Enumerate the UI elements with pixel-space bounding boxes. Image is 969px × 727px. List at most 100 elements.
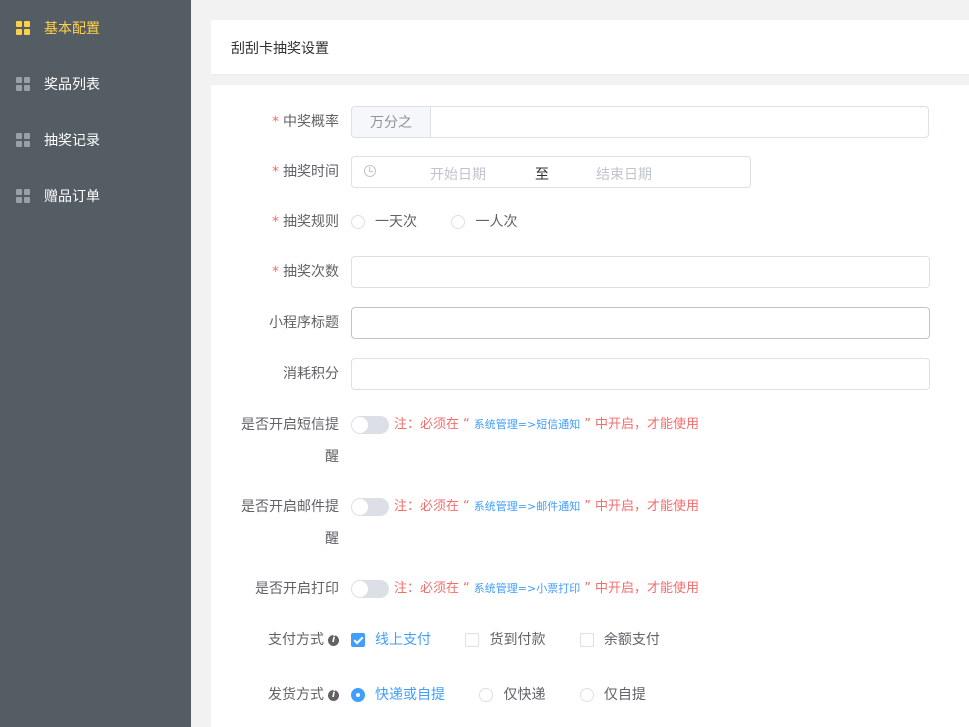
radio-label: 仅快递 bbox=[503, 687, 546, 703]
required-mark: * bbox=[272, 164, 279, 180]
payment-balance-checkbox[interactable]: 余额支付 bbox=[579, 624, 660, 656]
rule-label: * 抽奖规则 bbox=[272, 206, 339, 238]
sms-note: 注：必须在 “ 系统管理=>短信通知 ” 中开启，才能使用 bbox=[394, 409, 699, 441]
radio-circle bbox=[579, 688, 594, 702]
email-control: 注：必须在 “ 系统管理=>邮件通知 ” 中开启，才能使用 bbox=[351, 491, 699, 523]
required-mark: * bbox=[272, 214, 279, 230]
required-mark: * bbox=[272, 114, 279, 130]
sidebar-item-gift-orders[interactable]: 赠品订单 bbox=[0, 168, 191, 224]
sms-toggle[interactable] bbox=[351, 416, 389, 434]
sidebar: 基本配置 奖品列表 抽奖记录 赠品订单 bbox=[0, 0, 191, 727]
start-date-input[interactable]: 开始日期 bbox=[430, 164, 486, 184]
payment-checkbox-group: 线上支付 货到付款 余额支付 bbox=[351, 624, 690, 656]
shipping-label-text: 发货方式 bbox=[268, 687, 324, 703]
sms-label: 是否开启短信提 醒 bbox=[241, 409, 339, 473]
note-open-quote: “ bbox=[463, 581, 470, 596]
payment-cod-checkbox[interactable]: 货到付款 bbox=[465, 624, 545, 656]
points-input[interactable] bbox=[351, 358, 930, 390]
note-prefix: 注：必须在 bbox=[394, 499, 460, 514]
rule-radio-per-person[interactable]: 一人次 bbox=[451, 206, 517, 238]
radio-circle bbox=[351, 688, 365, 702]
required-mark: * bbox=[272, 264, 279, 280]
clock-icon bbox=[364, 165, 376, 177]
payment-label-text: 支付方式 bbox=[268, 632, 324, 648]
checkbox-label: 线上支付 bbox=[375, 632, 431, 648]
print-toggle[interactable] bbox=[351, 580, 389, 598]
points-label: 消耗积分 bbox=[283, 366, 339, 382]
date-range-picker[interactable]: 开始日期 至 结束日期 bbox=[351, 156, 751, 188]
shipping-label: 发货方式 i bbox=[268, 679, 339, 711]
rate-prepend: 万分之 bbox=[352, 107, 431, 137]
count-input[interactable] bbox=[351, 256, 930, 288]
email-label: 是否开启邮件提 醒 bbox=[241, 491, 339, 555]
mini-title-label: 小程序标题 bbox=[269, 315, 339, 331]
print-settings-link[interactable]: 系统管理=>小票打印 bbox=[474, 582, 580, 595]
count-label: * 抽奖次数 bbox=[272, 256, 339, 288]
print-note: 注：必须在 “ 系统管理=>小票打印 ” 中开启，才能使用 bbox=[394, 573, 699, 605]
print-control: 注：必须在 “ 系统管理=>小票打印 ” 中开启，才能使用 bbox=[351, 573, 699, 605]
note-suffix: 中开启，才能使用 bbox=[594, 581, 699, 596]
email-settings-link[interactable]: 系统管理=>邮件通知 bbox=[474, 500, 580, 513]
note-open-quote: “ bbox=[463, 417, 470, 432]
checkbox-label: 余额支付 bbox=[603, 632, 660, 648]
grid-icon bbox=[16, 21, 30, 35]
time-label: * 抽奖时间 bbox=[272, 156, 339, 188]
shipping-express-or-pickup-radio[interactable]: 快递或自提 bbox=[351, 679, 445, 711]
note-close-quote: ” bbox=[584, 581, 591, 596]
grid-icon bbox=[16, 189, 30, 203]
time-label-text: 抽奖时间 bbox=[283, 164, 339, 180]
checkbox-box bbox=[579, 633, 594, 647]
email-toggle[interactable] bbox=[351, 498, 389, 516]
info-icon[interactable]: i bbox=[328, 634, 339, 646]
sidebar-item-label: 抽奖记录 bbox=[44, 133, 100, 149]
rule-radio-group: 一天次 一人次 bbox=[351, 206, 547, 238]
count-label-text: 抽奖次数 bbox=[283, 264, 339, 280]
rate-input-group: 万分之 bbox=[351, 106, 929, 138]
sidebar-item-basic-config[interactable]: 基本配置 bbox=[0, 0, 191, 56]
sidebar-item-label: 基本配置 bbox=[44, 21, 100, 37]
payment-online-checkbox[interactable]: 线上支付 bbox=[351, 624, 431, 656]
email-label-line1: 是否开启邮件提 bbox=[241, 499, 339, 515]
sidebar-item-prize-list[interactable]: 奖品列表 bbox=[0, 56, 191, 112]
note-prefix: 注：必须在 bbox=[394, 417, 460, 432]
rule-radio-per-day[interactable]: 一天次 bbox=[351, 206, 417, 238]
checkbox-label: 货到付款 bbox=[489, 632, 546, 648]
rule-label-text: 抽奖规则 bbox=[283, 214, 339, 230]
shipping-radio-group: 快递或自提 仅快递 仅自提 bbox=[351, 679, 676, 711]
sms-settings-link[interactable]: 系统管理=>短信通知 bbox=[474, 418, 580, 431]
checkbox-box bbox=[465, 633, 480, 647]
sidebar-item-label: 赠品订单 bbox=[44, 189, 100, 205]
time-row: * 抽奖时间 开始日期 至 结束日期 bbox=[211, 156, 969, 188]
sms-label-line2: 醒 bbox=[325, 449, 339, 465]
settings-form: * 中奖概率 万分之 * 抽奖时间 开始日期 至 结束日期 * 抽奖规则 一天次 一人… bbox=[211, 85, 969, 727]
grid-icon bbox=[16, 133, 30, 147]
sidebar-item-lottery-records[interactable]: 抽奖记录 bbox=[0, 112, 191, 168]
mini-title-input[interactable] bbox=[351, 307, 930, 339]
email-note: 注：必须在 “ 系统管理=>邮件通知 ” 中开启，才能使用 bbox=[394, 491, 699, 523]
shipping-express-only-radio[interactable]: 仅快递 bbox=[479, 679, 545, 711]
note-suffix: 中开启，才能使用 bbox=[594, 499, 699, 514]
note-suffix: 中开启，才能使用 bbox=[594, 417, 699, 432]
radio-circle bbox=[451, 215, 466, 229]
sms-control: 注：必须在 “ 系统管理=>短信通知 ” 中开启，才能使用 bbox=[351, 409, 699, 441]
email-label-line2: 醒 bbox=[325, 531, 339, 547]
rate-label: * 中奖概率 bbox=[272, 106, 339, 138]
end-date-input[interactable]: 结束日期 bbox=[596, 164, 652, 184]
payment-label: 支付方式 i bbox=[268, 624, 339, 656]
radio-circle bbox=[479, 688, 494, 702]
print-label: 是否开启打印 bbox=[255, 581, 339, 597]
note-close-quote: ” bbox=[584, 417, 591, 432]
shipping-pickup-only-radio[interactable]: 仅自提 bbox=[579, 679, 646, 711]
note-prefix: 注：必须在 bbox=[394, 581, 460, 596]
sidebar-item-label: 奖品列表 bbox=[44, 77, 100, 93]
radio-label: 仅自提 bbox=[603, 687, 646, 703]
checkbox-box bbox=[351, 633, 365, 647]
radio-label: 快递或自提 bbox=[375, 687, 445, 703]
sms-label-line1: 是否开启短信提 bbox=[241, 417, 339, 433]
rate-input[interactable] bbox=[431, 107, 928, 137]
radio-label: 一天次 bbox=[375, 214, 417, 230]
date-separator: 至 bbox=[535, 167, 549, 183]
note-close-quote: ” bbox=[584, 499, 591, 514]
rate-label-text: 中奖概率 bbox=[283, 114, 339, 130]
info-icon[interactable]: i bbox=[328, 689, 339, 701]
